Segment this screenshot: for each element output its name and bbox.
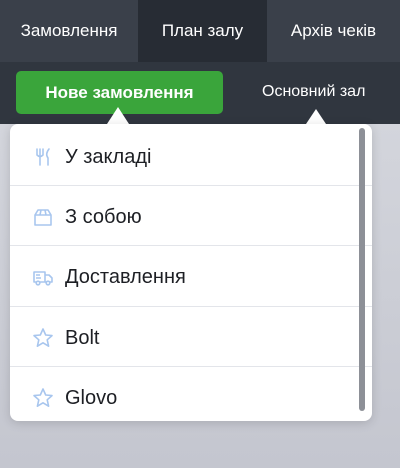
order-type-menu: У закладі З собою Доставлення Bolt Glovo <box>10 124 372 421</box>
divider <box>10 185 372 186</box>
divider <box>10 245 372 246</box>
tab-receipts-archive[interactable]: Архів чеків <box>267 0 400 62</box>
menu-item-label: Bolt <box>65 326 100 349</box>
delivery-truck-icon <box>32 266 54 288</box>
menu-item-glovo[interactable]: Glovo <box>10 368 372 421</box>
scrollbar[interactable] <box>359 128 365 411</box>
menu-item-label: Glovo <box>65 386 118 409</box>
menu-item-dine-in[interactable]: У закладі <box>10 127 372 187</box>
star-icon <box>32 327 54 349</box>
top-tab-bar: Замовлення План залу Архів чеків <box>0 0 400 62</box>
menu-item-takeaway[interactable]: З собою <box>10 187 372 247</box>
toolbar: Нове замовлення Основний зал <box>0 62 400 124</box>
tab-floor-plan[interactable]: План залу <box>138 0 267 62</box>
popover-arrow <box>107 107 129 124</box>
divider <box>10 306 372 307</box>
menu-item-delivery[interactable]: Доставлення <box>10 247 372 307</box>
hall-selector[interactable]: Основний зал <box>262 83 365 101</box>
hall-popover-arrow <box>306 109 326 124</box>
dine-in-icon <box>32 146 54 168</box>
menu-item-label: Доставлення <box>65 265 186 288</box>
star-icon <box>32 387 54 409</box>
menu-item-label: У закладі <box>65 145 152 168</box>
divider <box>10 366 372 367</box>
menu-item-bolt[interactable]: Bolt <box>10 308 372 368</box>
menu-item-label: З собою <box>65 205 142 228</box>
tab-orders[interactable]: Замовлення <box>0 0 138 62</box>
takeaway-box-icon <box>32 206 54 228</box>
